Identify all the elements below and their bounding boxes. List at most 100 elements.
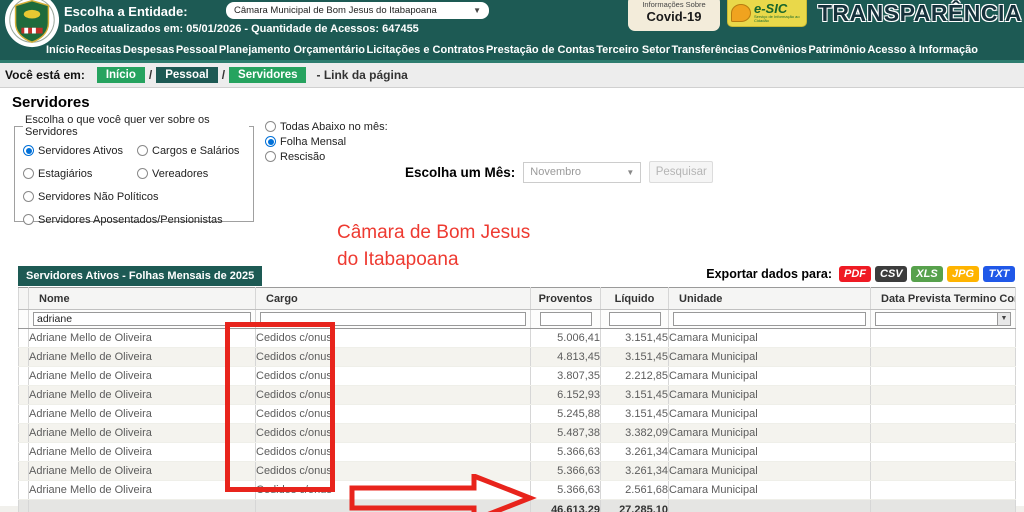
search-button[interactable]: Pesquisar — [649, 161, 714, 183]
transparency-portal-page: Escolha a Entidade: Câmara Municipal de … — [0, 0, 1024, 512]
cell-nome: Adriane Mello de Oliveira — [28, 347, 256, 367]
table-header-row: Nome Cargo Proventos Líquido Unidade Dat… — [18, 287, 1016, 310]
cell-nome: Adriane Mello de Oliveira — [28, 480, 256, 500]
table-row[interactable]: Adriane Mello de Oliveira Cedidos c/onus… — [18, 423, 1016, 443]
col-nome[interactable]: Nome — [28, 287, 256, 310]
entity-select[interactable]: Câmara Municipal de Bom Jesus do Itabapo… — [226, 2, 489, 19]
table-row[interactable]: Adriane Mello de Oliveira Cedidos c/onus… — [18, 366, 1016, 386]
cell-proventos: 5.245,88 — [530, 404, 601, 424]
nav-patrimonio[interactable]: Patrimônio — [808, 44, 865, 56]
table-filter-row: ▼ — [18, 309, 1016, 329]
radio-nao-politicos[interactable]: Servidores Não Políticos — [23, 191, 249, 203]
cell-nome: Adriane Mello de Oliveira — [28, 461, 256, 481]
esic-badge[interactable]: e-SIC Serviço de Informação ao Cidadão — [727, 0, 807, 27]
table-row[interactable]: Adriane Mello de Oliveira Cedidos c/onus… — [18, 347, 1016, 367]
table-row[interactable]: Adriane Mello de Oliveira Cedidos c/onus… — [18, 404, 1016, 424]
breadcrumb: Você está em: Início / Pessoal / Servido… — [0, 63, 1024, 88]
nav-acesso-informacao[interactable]: Acesso à Informação — [867, 44, 978, 56]
radio-rescisao[interactable]: Rescisão — [265, 151, 388, 163]
radio-vereadores[interactable]: Vereadores — [137, 168, 249, 180]
servant-type-fieldset: Escolha o que você quer ver sobre os Ser… — [14, 114, 254, 226]
radio-icon — [23, 214, 34, 225]
table-row[interactable]: Adriane Mello de Oliveira Cedidos c/onus… — [18, 328, 1016, 348]
speech-bubble-icon — [731, 3, 751, 22]
cell-nome: Adriane Mello de Oliveira — [28, 328, 256, 348]
cell-nome: Adriane Mello de Oliveira — [28, 366, 256, 386]
cell-unidade: Camara Municipal — [668, 461, 871, 481]
data-updated-text: Dados atualizados em: 05/01/2026 - Quant… — [64, 23, 419, 35]
nav-inicio[interactable]: Início — [46, 44, 75, 56]
nav-pessoal[interactable]: Pessoal — [176, 44, 218, 56]
breadcrumb-inicio[interactable]: Início — [96, 67, 145, 83]
cell-unidade: Camara Municipal — [668, 423, 871, 443]
col-unidade[interactable]: Unidade — [668, 287, 871, 310]
filter-data-prevista-select[interactable]: ▼ — [875, 312, 1011, 326]
radio-icon — [23, 191, 34, 202]
cell-unidade: Camara Municipal — [668, 328, 871, 348]
cell-unidade: Camara Municipal — [668, 347, 871, 367]
cell-liquido: 3.151,45 — [600, 328, 669, 348]
filter-proventos-input[interactable] — [539, 312, 592, 326]
cell-unidade: Camara Municipal — [668, 404, 871, 424]
period-radio-group: Todas Abaixo no mês: Folha Mensal Rescis… — [265, 121, 388, 163]
nav-planejamento[interactable]: Planejamento Orçamentário — [219, 44, 365, 56]
cell-liquido: 3.151,45 — [600, 404, 669, 424]
nav-despesas[interactable]: Despesas — [123, 44, 174, 56]
nav-prestacao[interactable]: Prestação de Contas — [486, 44, 595, 56]
cell-unidade: Camara Municipal — [668, 385, 871, 405]
cell-liquido: 3.151,45 — [600, 347, 669, 367]
radio-servidores-ativos[interactable]: Servidores Ativos — [23, 145, 137, 157]
col-cargo[interactable]: Cargo — [255, 287, 531, 310]
export-txt-button[interactable]: TXT — [983, 266, 1015, 282]
radio-icon — [265, 121, 276, 132]
cell-unidade: Camara Municipal — [668, 480, 871, 500]
month-select[interactable]: Novembro ▼ — [523, 161, 642, 183]
export-xls-button[interactable]: XLS — [911, 266, 943, 282]
filter-liquido-input[interactable] — [608, 312, 661, 326]
filter-nome-input[interactable] — [33, 312, 251, 326]
site-header: Escolha a Entidade: Câmara Municipal de … — [0, 0, 1024, 62]
nav-terceiro-setor[interactable]: Terceiro Setor — [596, 44, 670, 56]
table-row[interactable]: Adriane Mello de Oliveira Cedidos c/onus… — [18, 385, 1016, 405]
col-data-prevista[interactable]: Data Prevista Termino Contrato — [870, 287, 1016, 310]
breadcrumb-suffix: - Link da página — [316, 68, 408, 82]
cell-nome: Adriane Mello de Oliveira — [28, 442, 256, 462]
table-row[interactable]: Adriane Mello de Oliveira Cedidos c/onus… — [18, 442, 1016, 462]
export-csv-button[interactable]: CSV — [875, 266, 907, 282]
cell-unidade: Camara Municipal — [668, 442, 871, 462]
nav-receitas[interactable]: Receitas — [76, 44, 121, 56]
chevron-down-icon: ▼ — [626, 167, 635, 177]
month-label: Escolha um Mês: — [405, 164, 516, 180]
radio-cargos-salarios[interactable]: Cargos e Salários — [137, 145, 249, 157]
filter-unidade-input[interactable] — [673, 312, 866, 326]
radio-icon — [137, 168, 148, 179]
nav-convenios[interactable]: Convênios — [751, 44, 807, 56]
entity-label: Escolha a Entidade: — [64, 4, 188, 19]
radio-todas-abaixo[interactable]: Todas Abaixo no mês: — [265, 121, 388, 133]
cell-liquido: 3.151,45 — [600, 385, 669, 405]
radio-estagiarios[interactable]: Estagiários — [23, 168, 137, 180]
page-title: Servidores — [12, 94, 90, 111]
cell-proventos: 3.807,35 — [530, 366, 601, 386]
breadcrumb-separator: / — [148, 68, 153, 82]
radio-icon — [23, 168, 34, 179]
radio-aposentados[interactable]: Servidores Aposentados/Pensionistas — [23, 214, 249, 226]
nav-licitacoes[interactable]: Licitações e Contratos — [367, 44, 485, 56]
col-proventos[interactable]: Proventos — [530, 287, 601, 310]
export-pdf-button[interactable]: PDF — [839, 266, 871, 282]
cell-liquido: 3.382,09 — [600, 423, 669, 443]
breadcrumb-pessoal[interactable]: Pessoal — [156, 67, 218, 83]
breadcrumb-servidores[interactable]: Servidores — [229, 67, 307, 83]
cell-unidade: Camara Municipal — [668, 366, 871, 386]
chevron-down-icon: ▼ — [997, 313, 1010, 325]
cell-nome: Adriane Mello de Oliveira — [28, 404, 256, 424]
nav-transferencias[interactable]: Transferências — [672, 44, 750, 56]
entity-select-value: Câmara Municipal de Bom Jesus do Itabapo… — [234, 5, 437, 16]
annotation-red-arrow — [349, 474, 537, 512]
covid-info-button[interactable]: Informações Sobre Covid-19 — [628, 0, 720, 31]
radio-folha-mensal[interactable]: Folha Mensal — [265, 136, 388, 148]
radio-icon — [265, 136, 276, 147]
cell-proventos: 5.487,38 — [530, 423, 601, 443]
export-jpg-button[interactable]: JPG — [947, 266, 979, 282]
col-liquido[interactable]: Líquido — [600, 287, 669, 310]
